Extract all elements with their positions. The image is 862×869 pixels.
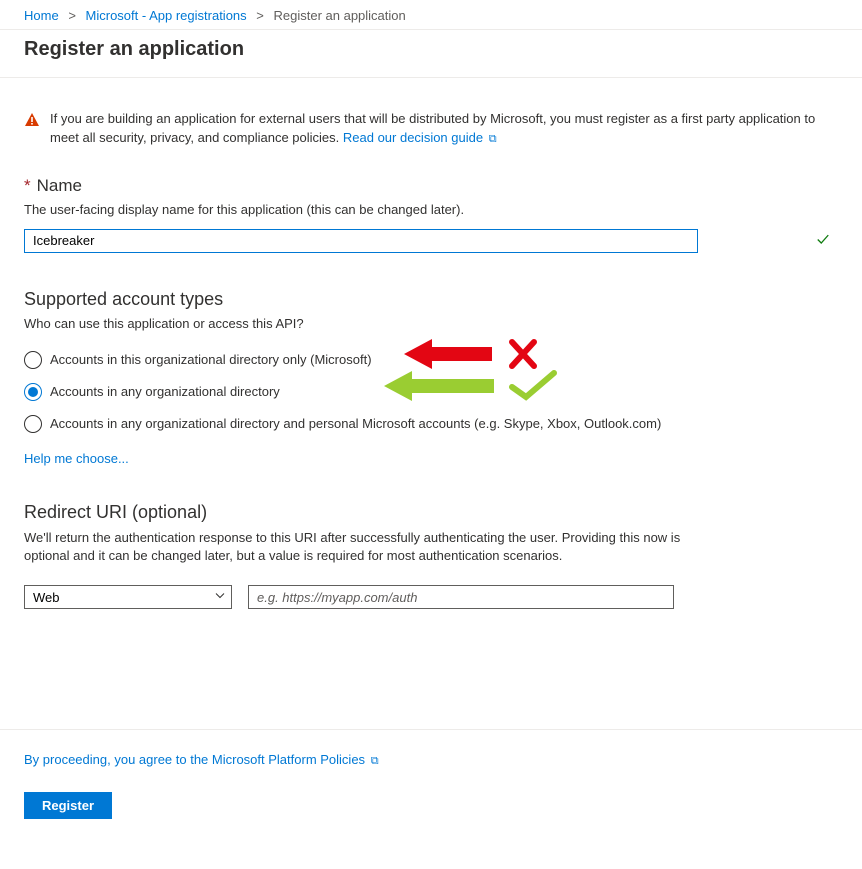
redirect-subtext: We'll return the authentication response… [24,529,704,565]
account-types-heading: Supported account types [24,289,838,310]
radio-icon [24,383,42,401]
external-link-icon: ⧉ [489,133,497,145]
radio-label: Accounts in any organizational directory… [50,416,661,431]
banner-link[interactable]: Read our decision guide ⧉ [343,130,497,145]
breadcrumb-current: Register an application [274,8,406,23]
name-input[interactable] [24,229,698,253]
platform-policies-link[interactable]: By proceeding, you agree to the Microsof… [24,752,379,767]
external-link-icon: ⧉ [371,755,379,767]
name-label: Name [37,176,82,196]
radio-label: Accounts in this organizational director… [50,352,372,367]
check-icon [816,232,830,249]
radio-icon [24,351,42,369]
annotation-red-arrow-x [404,337,564,371]
radio-option-org-only[interactable]: Accounts in this organizational director… [24,351,838,369]
breadcrumb-home[interactable]: Home [24,8,59,23]
chevron-right-icon: > [68,8,76,23]
breadcrumb: Home > Microsoft - App registrations > R… [0,0,862,30]
name-field-group: * Name The user-facing display name for … [24,176,838,253]
help-me-choose-link[interactable]: Help me choose... [24,451,129,466]
radio-label: Accounts in any organizational directory [50,384,280,399]
redirect-heading: Redirect URI (optional) [24,502,838,523]
required-star-icon: * [24,176,31,196]
chevron-right-icon: > [256,8,264,23]
redirect-type-select[interactable]: Web [24,585,232,609]
redirect-uri-section: Redirect URI (optional) We'll return the… [24,502,838,609]
account-types-section: Supported account types Who can use this… [24,289,838,466]
redirect-uri-input[interactable] [248,585,674,609]
radio-option-any-org[interactable]: Accounts in any organizational directory [24,383,838,401]
account-types-subtext: Who can use this application or access t… [24,316,838,331]
page-title: Register an application [0,30,862,78]
footer: By proceeding, you agree to the Microsof… [0,729,862,843]
register-button[interactable]: Register [24,792,112,819]
name-description: The user-facing display name for this ap… [24,202,838,217]
info-banner: If you are building an application for e… [24,106,838,176]
radio-option-any-personal[interactable]: Accounts in any organizational directory… [24,415,838,433]
annotation-green-arrow-check [384,369,564,403]
radio-icon [24,415,42,433]
breadcrumb-parent[interactable]: Microsoft - App registrations [86,8,247,23]
warning-icon [24,112,40,131]
